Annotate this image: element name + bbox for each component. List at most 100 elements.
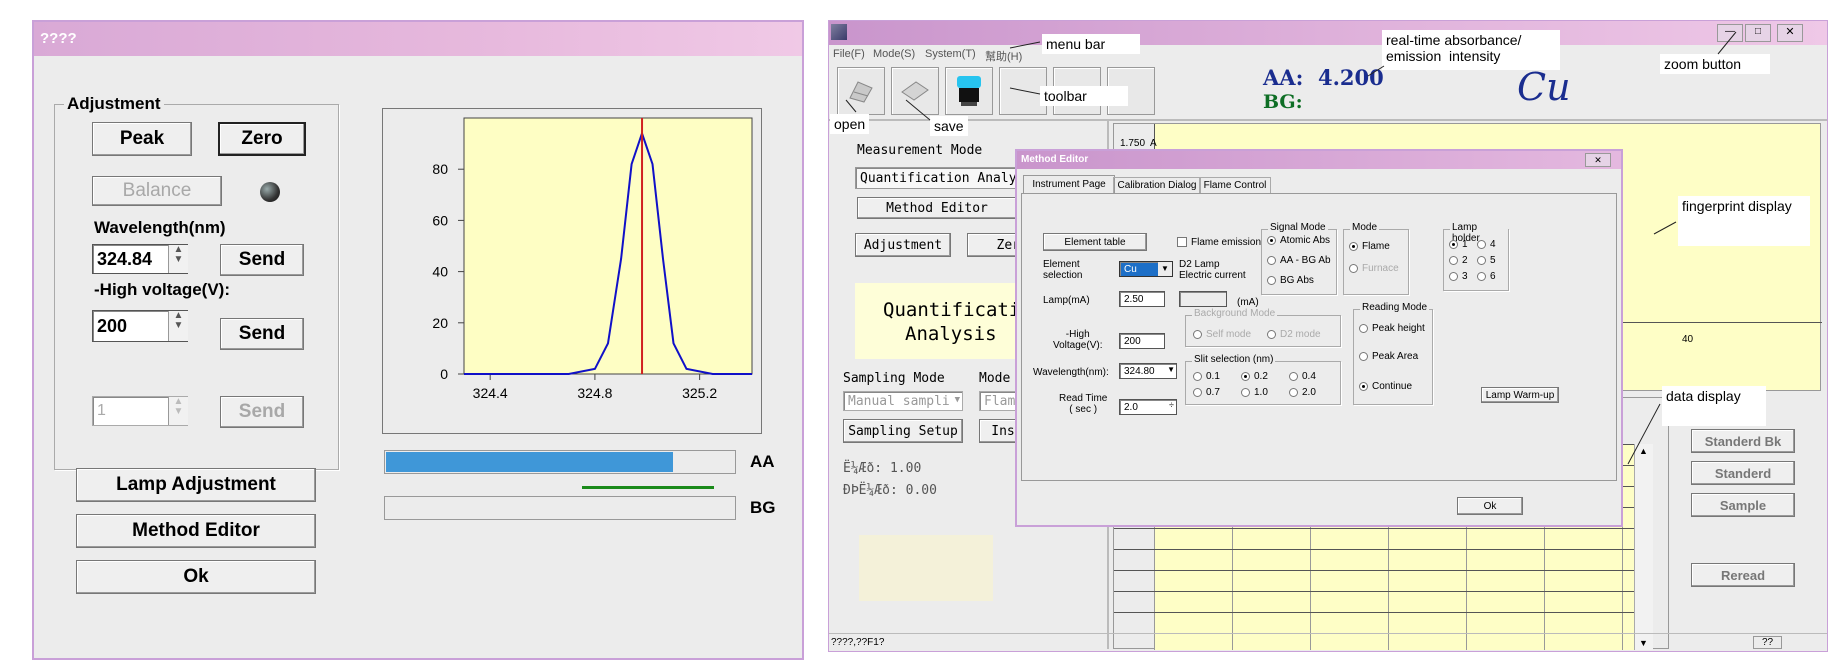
radio-icon[interactable]	[1477, 255, 1486, 265]
menu-help[interactable]: 幫助(H)	[985, 48, 1022, 64]
slit-2-0[interactable]: 2.0	[1289, 387, 1316, 398]
wavelength-spinner[interactable]: ▲ ▼	[168, 245, 188, 273]
standard-bk-button[interactable]: Standerd Bk	[1691, 429, 1795, 453]
toolbar-slot-1[interactable]	[999, 67, 1047, 115]
radio-icon[interactable]	[1349, 241, 1358, 251]
radio-icon[interactable]	[1267, 275, 1276, 285]
minimize-button[interactable]: —	[1717, 24, 1743, 42]
method-editor-ok-button[interactable]: Ok	[1457, 497, 1523, 515]
tab-flame-control[interactable]: Flame Control	[1199, 177, 1271, 194]
toolbar-save-button[interactable]	[891, 67, 939, 115]
zoom-button[interactable]: □	[1745, 24, 1771, 42]
ok-button[interactable]: Ok	[76, 560, 316, 594]
radio-icon[interactable]	[1289, 371, 1298, 381]
dialog-title: ????	[40, 30, 77, 47]
radio-icon[interactable]	[1449, 255, 1458, 265]
standard-button[interactable]: Standerd	[1691, 461, 1795, 485]
menu-file[interactable]: File(F)	[833, 48, 865, 60]
lamp-holder-6-label: 6	[1490, 271, 1496, 282]
toolbar-slot-2[interactable]	[1053, 67, 1101, 115]
main-title-bar[interactable]: — □ ✕	[829, 21, 1827, 45]
reading-continue[interactable]: Continue	[1359, 381, 1412, 392]
lamp-adjust-dialog: ???? Adjustment Peak Zero Balance Wavele…	[32, 20, 804, 660]
mode-flame[interactable]: Flame	[1349, 241, 1390, 252]
radio-icon	[1267, 329, 1276, 339]
menu-system[interactable]: System(T)	[925, 48, 976, 60]
radio-icon[interactable]	[1193, 371, 1202, 381]
sample-button[interactable]: Sample	[1691, 493, 1795, 517]
toolbar-lamp-button[interactable]	[945, 67, 993, 115]
radio-icon[interactable]	[1359, 323, 1368, 333]
lamp-adjustment-button[interactable]: Lamp Adjustment	[76, 468, 316, 502]
high-voltage-label: -High voltage(V):	[94, 280, 230, 299]
adjustment-group-label: Adjustment	[64, 94, 164, 114]
peak-button[interactable]: Peak	[92, 122, 192, 156]
element-table-button[interactable]: Element table	[1043, 233, 1147, 251]
lamp-holder-2[interactable]: 2	[1449, 255, 1468, 266]
lamp-holder-5[interactable]: 5	[1477, 255, 1496, 266]
dialog-title-bar[interactable]: ????	[34, 22, 802, 56]
lamp-holder-4[interactable]: 4	[1477, 239, 1496, 250]
radio-icon[interactable]	[1359, 351, 1368, 361]
sampling-setup-button[interactable]: Sampling Setup	[843, 419, 963, 443]
measurement-mode-select[interactable]: Quantification Analy	[855, 167, 1025, 189]
method-editor-title-bar[interactable]: Method Editor ✕	[1017, 151, 1621, 169]
reading-peak-area[interactable]: Peak Area	[1359, 351, 1418, 362]
slit-0-4[interactable]: 0.4	[1289, 371, 1316, 382]
radio-icon[interactable]	[1289, 387, 1298, 397]
signal-aa-bg[interactable]: AA - BG Ab	[1267, 255, 1331, 266]
radio-icon[interactable]	[1241, 387, 1250, 397]
lamp-holder-1[interactable]: 1	[1449, 239, 1468, 250]
lamp-warmup-button[interactable]: Lamp Warm-up	[1481, 387, 1559, 403]
flame-emission-checkbox[interactable]: Flame emission	[1177, 237, 1261, 248]
slit-0-2[interactable]: 0.2	[1241, 371, 1268, 382]
me-high-voltage-input[interactable]: 200	[1119, 333, 1165, 349]
tab-instrument-page[interactable]: Instrument Page	[1023, 175, 1115, 194]
tab-calibration-dialog[interactable]: Calibration Dialog	[1113, 177, 1201, 194]
radio-icon[interactable]	[1449, 271, 1458, 281]
me-wavelength-select[interactable]: 324.80 ▼	[1119, 363, 1177, 379]
slit-0-1[interactable]: 0.1	[1193, 371, 1220, 382]
y-tick-label: 20	[432, 315, 448, 331]
read-time-input[interactable]: 2.0 ÷	[1119, 399, 1177, 415]
radio-icon[interactable]	[1193, 387, 1202, 397]
slit-0-7[interactable]: 0.7	[1193, 387, 1220, 398]
radio-icon[interactable]	[1449, 239, 1458, 249]
radio-icon[interactable]	[1241, 371, 1250, 381]
lamp-holder-6[interactable]: 6	[1477, 271, 1496, 282]
method-editor-button[interactable]: Method Editor	[76, 514, 316, 548]
method-editor-close-icon[interactable]: ✕	[1585, 153, 1611, 167]
lamp-holder-3[interactable]: 3	[1449, 271, 1468, 282]
slit-1-0[interactable]: 1.0	[1241, 387, 1268, 398]
element-select[interactable]: Cu ▼	[1119, 261, 1173, 277]
radio-icon[interactable]	[1477, 239, 1486, 249]
flame-emission-check-icon[interactable]	[1177, 237, 1187, 248]
element-dropdown-icon[interactable]: ▼	[1158, 262, 1172, 276]
data-scrollbar[interactable]: ▲ ▼	[1634, 444, 1653, 650]
toolbar-open-button[interactable]	[837, 67, 885, 115]
high-voltage-spinner[interactable]: ▲ ▼	[168, 311, 188, 341]
lamp-ma-input[interactable]: 2.50	[1119, 291, 1165, 307]
radio-icon[interactable]	[1267, 255, 1276, 265]
signal-atomic-abs[interactable]: Atomic Abs	[1267, 235, 1330, 246]
panel-adjustment-button[interactable]: Adjustment	[855, 233, 951, 257]
zero-button[interactable]: Zero	[218, 122, 306, 156]
panel-method-editor-button[interactable]: Method Editor	[857, 197, 1017, 219]
wavelength-dropdown-icon[interactable]: ▼	[1167, 365, 1175, 374]
bg-self-mode: Self mode	[1193, 329, 1251, 340]
menu-mode[interactable]: Mode(S)	[873, 48, 915, 60]
radio-icon[interactable]	[1267, 235, 1276, 245]
toolbar-slot-3[interactable]	[1107, 67, 1155, 115]
slit-0-7-label: 0.7	[1206, 387, 1220, 398]
radio-icon[interactable]	[1477, 271, 1486, 281]
reading-peak-height[interactable]: Peak height	[1359, 323, 1425, 334]
close-button[interactable]: ✕	[1777, 24, 1803, 42]
scroll-up-icon[interactable]: ▲	[1639, 446, 1648, 456]
radio-icon[interactable]	[1359, 381, 1368, 391]
reread-button[interactable]: Reread	[1691, 563, 1795, 587]
d2-lamp-label: D2 Lamp Electric current	[1179, 259, 1246, 281]
wavelength-send-button[interactable]: Send	[220, 244, 304, 276]
high-voltage-send-button[interactable]: Send	[220, 318, 304, 350]
read-time-spin-icon[interactable]: ÷	[1169, 400, 1174, 410]
signal-bg-abs[interactable]: BG Abs	[1267, 275, 1314, 286]
